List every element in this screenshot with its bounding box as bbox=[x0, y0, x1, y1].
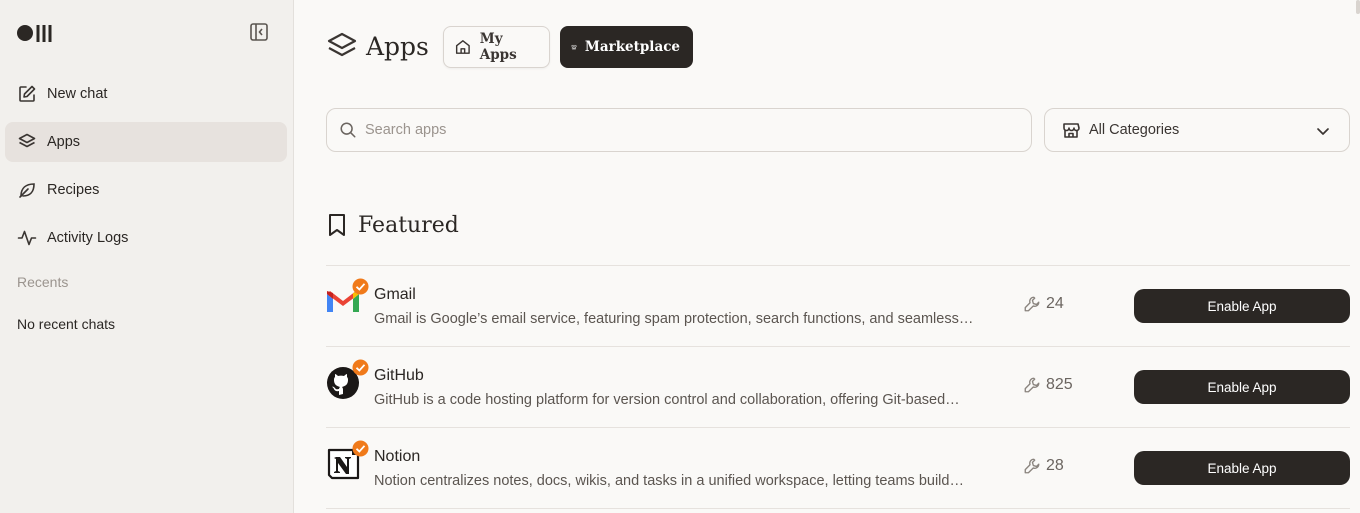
sidebar-item-activity-logs[interactable]: Activity Logs bbox=[5, 218, 287, 258]
enable-app-button[interactable]: Enable App bbox=[1134, 289, 1350, 323]
sidebar: New chat Apps Recipes Activity Logs Rece… bbox=[0, 0, 294, 513]
app-name: GitHub bbox=[374, 367, 424, 384]
home-icon bbox=[455, 40, 470, 54]
app-description: GitHub is a code hosting platform for ve… bbox=[374, 392, 960, 408]
activity-icon bbox=[17, 230, 37, 246]
store-icon bbox=[1063, 123, 1080, 138]
sidebar-collapse-icon[interactable] bbox=[249, 22, 269, 42]
list-divider bbox=[326, 508, 1350, 513]
category-selected: All Categories bbox=[1089, 122, 1180, 138]
store-icon bbox=[571, 44, 577, 50]
sidebar-item-new-chat[interactable]: New chat bbox=[5, 74, 287, 114]
search-icon bbox=[340, 122, 356, 138]
app-description: Gmail is Google’s email service, featuri… bbox=[374, 311, 974, 327]
enable-app-button[interactable]: Enable App bbox=[1134, 370, 1350, 404]
app-name: Notion bbox=[374, 448, 421, 465]
page-title: Apps bbox=[366, 31, 429, 61]
recents-label: Recents bbox=[17, 274, 69, 290]
app-name: Gmail bbox=[374, 286, 416, 303]
featured-heading: Featured bbox=[326, 212, 459, 238]
sidebar-item-label: Recipes bbox=[47, 182, 100, 198]
scrollbar[interactable] bbox=[1356, 0, 1360, 14]
tab-marketplace[interactable]: Marketplace bbox=[560, 26, 693, 68]
featured-title: Featured bbox=[358, 212, 459, 238]
no-recent-chats: No recent chats bbox=[17, 316, 116, 332]
app-row-notion[interactable]: Notion Notion centralizes notes, docs, w… bbox=[326, 427, 1350, 508]
tools-count-value: 24 bbox=[1046, 295, 1064, 312]
layers-icon bbox=[327, 32, 357, 57]
leaf-icon bbox=[19, 183, 35, 198]
tools-count: 24 bbox=[1023, 295, 1064, 313]
sidebar-item-label: New chat bbox=[47, 86, 108, 102]
tools-count: 28 bbox=[1023, 457, 1064, 475]
bookmark-icon bbox=[329, 214, 345, 236]
verified-badge-icon bbox=[352, 359, 369, 376]
wrench-icon bbox=[1024, 377, 1040, 393]
layers-icon bbox=[18, 133, 36, 148]
wrench-icon bbox=[1024, 296, 1040, 312]
wrench-icon bbox=[1024, 458, 1040, 474]
search-input[interactable] bbox=[365, 122, 985, 138]
verified-badge-icon bbox=[352, 440, 369, 457]
tools-count-value: 28 bbox=[1046, 457, 1064, 474]
sidebar-item-recipes[interactable]: Recipes bbox=[5, 170, 287, 210]
tab-label: Marketplace bbox=[584, 39, 680, 55]
app-row-gmail[interactable]: Gmail Gmail is Google’s email service, f… bbox=[326, 265, 1350, 346]
sidebar-item-apps[interactable]: Apps bbox=[5, 122, 287, 162]
app-row-github[interactable]: GitHub GitHub is a code hosting platform… bbox=[326, 346, 1350, 427]
search-box[interactable] bbox=[326, 108, 1032, 152]
page-header: Apps bbox=[326, 30, 429, 62]
tools-count: 825 bbox=[1023, 376, 1073, 394]
verified-badge-icon bbox=[352, 278, 369, 295]
edit-icon bbox=[19, 85, 36, 102]
tools-count-value: 825 bbox=[1046, 376, 1073, 393]
logo[interactable] bbox=[17, 22, 57, 44]
tab-my-apps[interactable]: My Apps bbox=[443, 26, 550, 68]
main-content: Apps My Apps Marketplace All Categories bbox=[294, 0, 1360, 513]
chevron-down-icon bbox=[1317, 128, 1329, 135]
app-description: Notion centralizes notes, docs, wikis, a… bbox=[374, 473, 964, 489]
category-dropdown[interactable]: All Categories bbox=[1044, 108, 1350, 152]
enable-app-button[interactable]: Enable App bbox=[1134, 451, 1350, 485]
sidebar-item-label: Activity Logs bbox=[47, 230, 129, 246]
tab-label: My Apps bbox=[479, 31, 517, 63]
sidebar-item-label: Apps bbox=[47, 134, 81, 150]
